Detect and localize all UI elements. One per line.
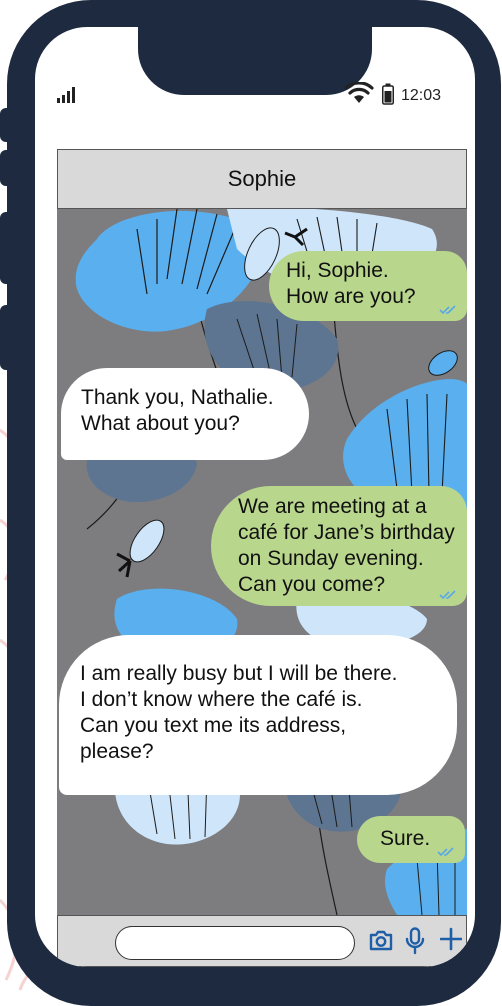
plus-icon[interactable] — [440, 927, 462, 951]
message-line: Can you text me its address, — [80, 714, 347, 737]
message-line: café for Jane’s birthday — [238, 521, 455, 544]
side-button-power[interactable] — [0, 305, 14, 370]
message-line: on Sunday evening. — [238, 547, 424, 570]
chat-header[interactable]: Sophie — [57, 149, 467, 209]
microphone-icon[interactable] — [404, 927, 426, 955]
message-line: I am really busy but I will be there. — [80, 662, 398, 685]
message-incoming[interactable]: Thank you, Nathalie. What about you? — [61, 368, 309, 460]
signal-icon — [57, 87, 75, 103]
message-line: Can you come? — [238, 573, 386, 596]
message-line: I don’t know where the café is. — [80, 688, 363, 711]
message-line: What about you? — [81, 412, 240, 435]
message-line: please? — [80, 740, 154, 763]
read-receipt-icon — [439, 590, 456, 600]
read-receipt-icon — [437, 847, 454, 857]
phone-screen: 12:03 Sophie Hi, Sophie. How are you? Th… — [35, 27, 475, 967]
battery-icon — [382, 83, 394, 105]
message-outgoing[interactable]: Hi, Sophie. How are you? — [269, 251, 467, 321]
message-line: Hi, Sophie. — [286, 259, 389, 282]
message-outgoing[interactable]: We are meeting at a café for Jane’s birt… — [211, 486, 467, 606]
side-button-volume-up[interactable] — [0, 150, 14, 186]
camera-icon[interactable] — [368, 927, 394, 953]
side-button-mute[interactable] — [0, 108, 14, 142]
side-button-volume-down[interactable] — [0, 212, 14, 284]
status-time: 12:03 — [401, 87, 442, 104]
message-line: Thank you, Nathalie. — [81, 386, 274, 409]
wifi-icon — [344, 82, 374, 103]
message-line: We are meeting at a — [238, 495, 427, 518]
read-receipt-icon — [439, 305, 456, 315]
contact-name: Sophie — [227, 166, 297, 191]
message-incoming[interactable]: I am really busy but I will be there. I … — [59, 635, 457, 795]
message-input[interactable] — [115, 926, 355, 960]
message-outgoing[interactable]: Sure. — [357, 816, 465, 863]
chat-area[interactable]: Hi, Sophie. How are you? Thank you, Nath… — [57, 209, 467, 915]
composer-bar — [57, 915, 467, 967]
status-bar: 12:03 — [35, 27, 475, 147]
